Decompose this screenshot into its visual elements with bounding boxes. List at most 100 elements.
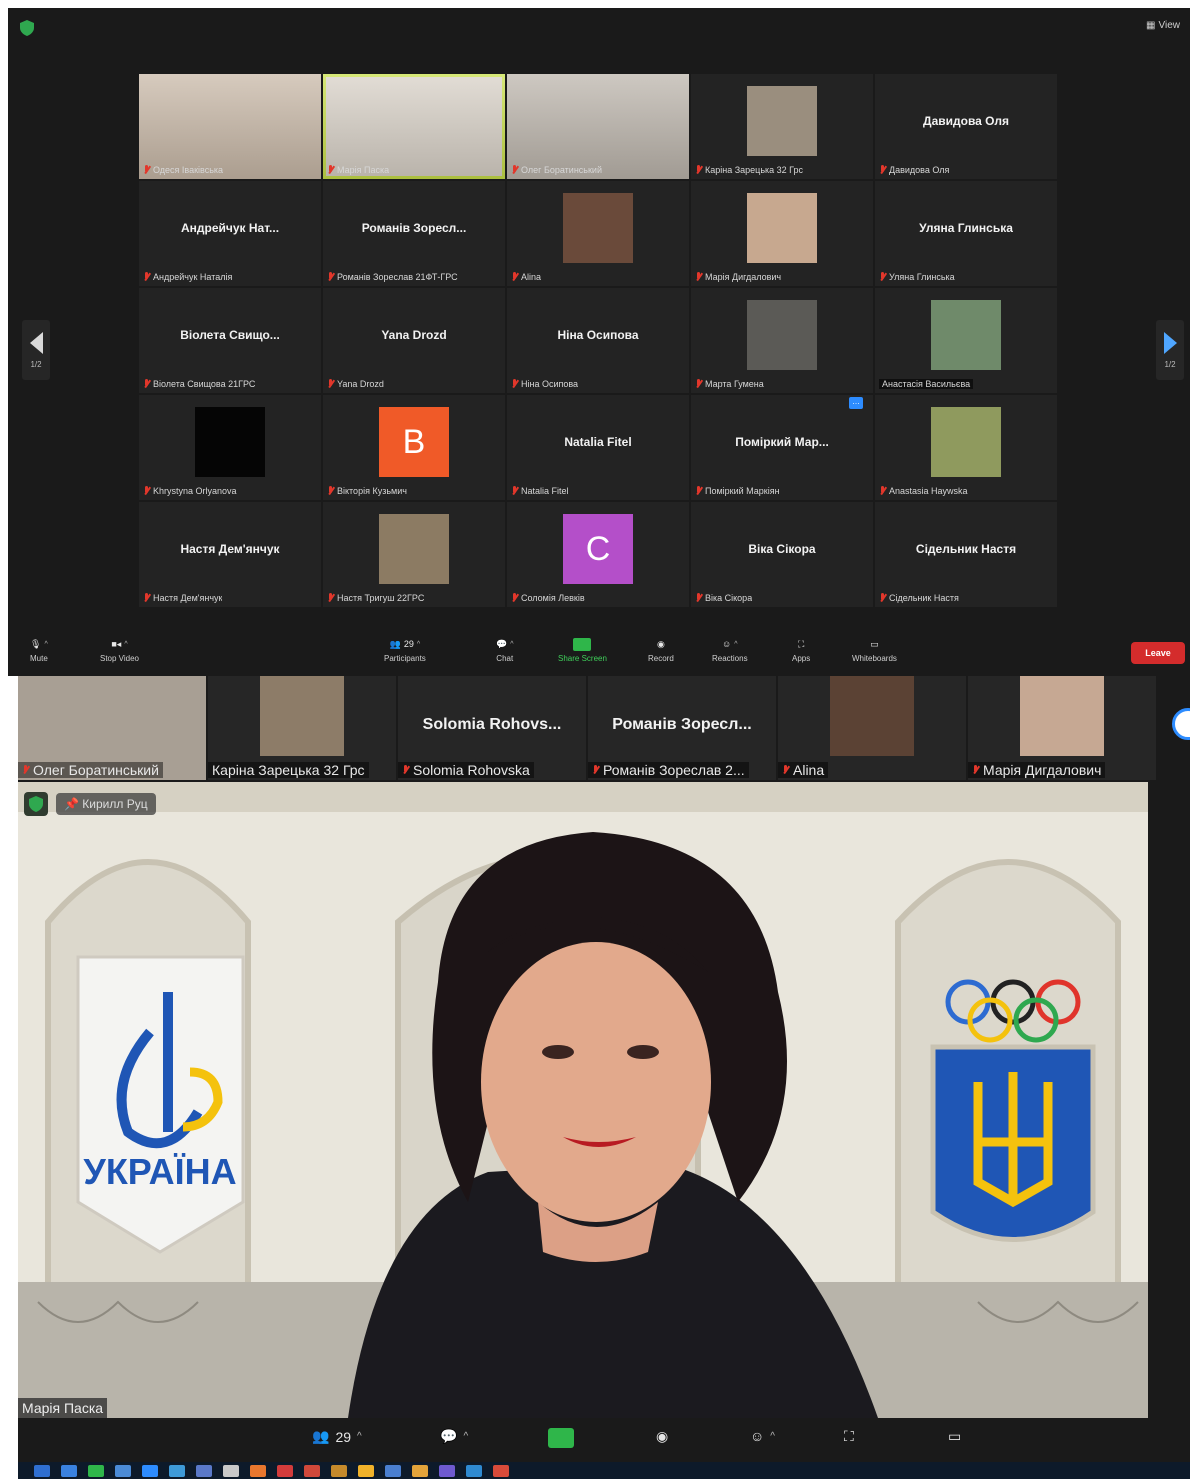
participant-tile[interactable]: Khrystyna Orlyanova bbox=[139, 395, 321, 500]
stop-video-button[interactable]: ■◂ ^ Stop Video bbox=[100, 634, 139, 664]
taskbar-app-icon[interactable] bbox=[61, 1464, 77, 1477]
participant-tile[interactable]: Поміркий Мар... … Поміркий Маркіян bbox=[691, 395, 873, 500]
participant-name-label: Романів Зореслав 2... bbox=[588, 762, 749, 778]
mute-button[interactable]: 🎙 ^ Mute bbox=[30, 634, 48, 664]
security-shield-icon[interactable] bbox=[20, 20, 34, 36]
participant-tile[interactable]: Yana Drozd Yana Drozd bbox=[323, 288, 505, 393]
record-button[interactable]: ◉ Record bbox=[648, 634, 674, 664]
chevron-up-icon[interactable]: ^ bbox=[734, 641, 737, 648]
taskbar-app-icon[interactable] bbox=[142, 1464, 158, 1477]
next-page-button[interactable]: 1/2 bbox=[1156, 320, 1184, 380]
participant-tile[interactable]: Віка Сікора Віка Сікора bbox=[691, 502, 873, 607]
pinned-user-badge[interactable]: 📌 Кирилл Руц bbox=[56, 793, 156, 815]
participant-tile[interactable]: Марія Дигдалович bbox=[968, 676, 1156, 780]
whiteboards-button[interactable]: ▭ bbox=[948, 1428, 961, 1445]
apps-icon: ⛶ bbox=[844, 1428, 854, 1444]
participant-tile[interactable]: Марія Дигдалович bbox=[691, 181, 873, 286]
participant-name-label: Khrystyna Orlyanova bbox=[143, 486, 237, 496]
taskbar-app-icon[interactable] bbox=[493, 1464, 509, 1477]
participant-display-name: Віка Сікора bbox=[748, 541, 816, 556]
participant-display-name: Сідельник Настя bbox=[915, 541, 1017, 556]
participant-tile[interactable]: Настя Дем'янчук Настя Дем'янчук bbox=[139, 502, 321, 607]
participant-display-name: Віолета Свищо... bbox=[180, 327, 280, 342]
taskbar-app-icon[interactable] bbox=[169, 1464, 185, 1477]
muted-microphone-icon bbox=[327, 165, 334, 175]
taskbar-app-icon[interactable] bbox=[34, 1464, 50, 1477]
participant-tile[interactable]: Віолета Свищо... Віолета Свищова 21ГРС bbox=[139, 288, 321, 393]
participant-tile[interactable]: Natalia Fitel Natalia Fitel bbox=[507, 395, 689, 500]
whiteboards-button[interactable]: ▭ Whiteboards bbox=[852, 634, 897, 664]
participant-tile[interactable]: Давидова Оля Давидова Оля bbox=[875, 74, 1057, 179]
participant-avatar bbox=[563, 193, 633, 263]
taskbar-app-icon[interactable] bbox=[466, 1464, 482, 1477]
participant-tile[interactable]: Анастасія Васильєва bbox=[875, 288, 1057, 393]
participants-button[interactable]: 👥 29 ^ bbox=[312, 1428, 362, 1445]
chat-button[interactable]: 💬 ^ bbox=[440, 1428, 468, 1445]
muted-microphone-icon bbox=[511, 379, 518, 389]
taskbar-app-icon[interactable] bbox=[88, 1464, 104, 1477]
participant-tile[interactable]: Романів Зоресл... Романів Зореслав 21ФТ-Г… bbox=[323, 181, 505, 286]
participant-avatar bbox=[931, 300, 1001, 370]
participant-name-label: Alina bbox=[778, 762, 829, 778]
microphone-icon: 🎙 bbox=[30, 638, 42, 649]
chevron-up-icon[interactable]: ^ bbox=[357, 1431, 362, 1442]
taskbar-app-icon[interactable] bbox=[250, 1464, 266, 1477]
muted-microphone-icon bbox=[22, 765, 29, 775]
muted-microphone-icon bbox=[972, 765, 979, 775]
record-button[interactable]: ◉ bbox=[656, 1428, 668, 1445]
participant-tile[interactable]: Андрейчук Нат... Андрейчук Наталія bbox=[139, 181, 321, 286]
participant-tile[interactable]: Олег Боратинський bbox=[507, 74, 689, 179]
participant-tile[interactable]: C Соломія Левків bbox=[507, 502, 689, 607]
participant-avatar bbox=[379, 514, 449, 584]
taskbar-app-icon[interactable] bbox=[196, 1464, 212, 1477]
chevron-up-icon[interactable]: ^ bbox=[510, 641, 513, 648]
chevron-up-icon[interactable]: ^ bbox=[770, 1431, 775, 1442]
security-shield-icon[interactable] bbox=[24, 792, 48, 816]
participant-tile[interactable]: Alina bbox=[778, 676, 966, 780]
participant-tile[interactable]: Настя Тригуш 22ГРС bbox=[323, 502, 505, 607]
participant-tile[interactable]: Марта Гумена bbox=[691, 288, 873, 393]
participant-tile[interactable]: B Вікторія Кузьмич bbox=[323, 395, 505, 500]
participants-button[interactable]: 👥 29 ^ Participants bbox=[384, 634, 426, 664]
reactions-button[interactable]: ☺ ^ bbox=[750, 1428, 775, 1444]
participant-tile[interactable]: Каріна Зарецька 32 Грс bbox=[691, 74, 873, 179]
apps-button[interactable]: ⛶ bbox=[844, 1428, 854, 1445]
chevron-up-icon[interactable]: ^ bbox=[463, 1431, 468, 1442]
view-button[interactable]: ▦ View bbox=[1143, 20, 1180, 31]
taskbar-app-icon[interactable] bbox=[277, 1464, 293, 1477]
participant-tile[interactable]: Уляна Глинська Уляна Глинська bbox=[875, 181, 1057, 286]
previous-page-button[interactable]: 1/2 bbox=[22, 320, 50, 380]
scroll-indicator[interactable] bbox=[1172, 708, 1190, 740]
participant-tile[interactable]: Anastasia Haywska bbox=[875, 395, 1057, 500]
chevron-up-icon[interactable]: ^ bbox=[417, 641, 420, 648]
participant-tile[interactable]: Alina bbox=[507, 181, 689, 286]
participant-tile[interactable]: Одеся Іваківська bbox=[139, 74, 321, 179]
taskbar-app-icon[interactable] bbox=[223, 1464, 239, 1477]
participant-tile[interactable]: Марія Паска bbox=[323, 74, 505, 179]
leave-button[interactable]: Leave bbox=[1131, 642, 1185, 664]
taskbar-app-icon[interactable] bbox=[358, 1464, 374, 1477]
participant-tile[interactable]: Ніна Осипова Ніна Осипова bbox=[507, 288, 689, 393]
chevron-up-icon[interactable]: ^ bbox=[124, 641, 127, 648]
apps-button[interactable]: ⛶ Apps bbox=[792, 634, 810, 664]
taskbar-app-icon[interactable] bbox=[385, 1464, 401, 1477]
participant-tile[interactable]: Каріна Зарецька 32 Грс bbox=[208, 676, 396, 780]
meeting-toolbar: 🎙 ^ Mute ■◂ ^ Stop Video 👥 29 ^ Participants… bbox=[8, 630, 1190, 676]
participant-tile[interactable]: Олег Боратинський bbox=[18, 676, 206, 780]
participant-name-label: Каріна Зарецька 32 Грс bbox=[208, 762, 369, 778]
share-screen-button[interactable]: Share Screen bbox=[558, 634, 607, 663]
taskbar-app-icon[interactable] bbox=[304, 1464, 320, 1477]
taskbar-app-icon[interactable] bbox=[412, 1464, 428, 1477]
arrow-right-icon bbox=[1163, 331, 1177, 354]
taskbar-app-icon[interactable] bbox=[115, 1464, 131, 1477]
participant-tile[interactable]: Solomia Rohovs... Solomia Rohovska bbox=[398, 676, 586, 780]
participant-tile[interactable]: Сідельник Настя Сідельник Настя bbox=[875, 502, 1057, 607]
taskbar-app-icon[interactable] bbox=[439, 1464, 455, 1477]
reactions-button[interactable]: ☺ ^ Reactions bbox=[712, 634, 748, 663]
participant-tile[interactable]: Романів Зоресл... Романів Зореслав 2... bbox=[588, 676, 776, 780]
share-screen-button[interactable] bbox=[548, 1428, 574, 1448]
chevron-up-icon[interactable]: ^ bbox=[44, 641, 47, 648]
taskbar-app-icon[interactable] bbox=[331, 1464, 347, 1477]
chat-button[interactable]: 💬 ^ Chat bbox=[496, 634, 514, 664]
muted-microphone-icon bbox=[879, 486, 886, 496]
